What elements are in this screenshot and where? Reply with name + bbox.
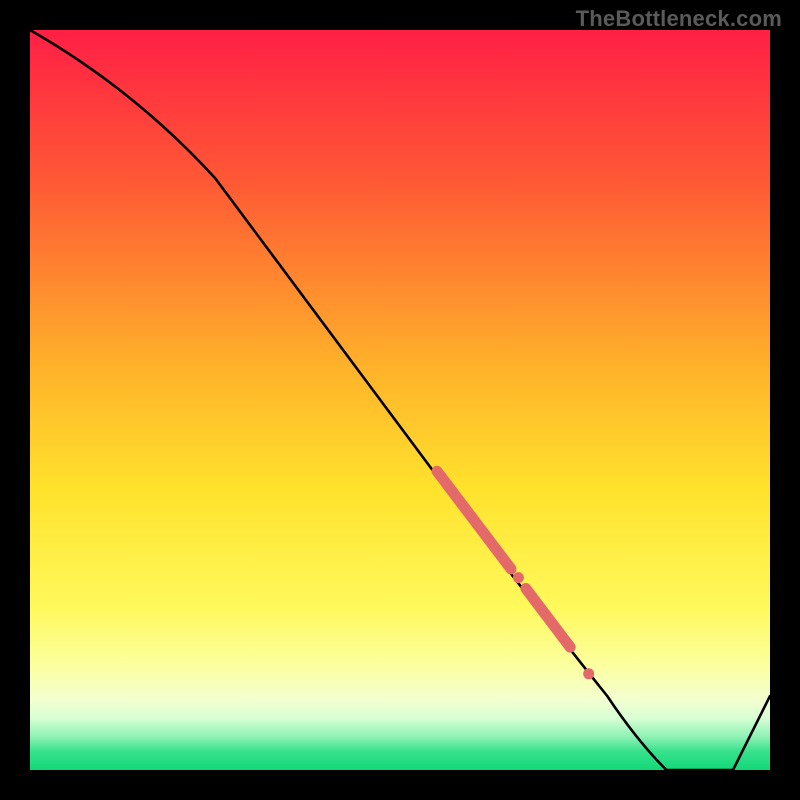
watermark-text: TheBottleneck.com bbox=[576, 6, 782, 32]
highlight-dot bbox=[583, 668, 594, 679]
chart-frame: TheBottleneck.com bbox=[0, 0, 800, 800]
plot-area bbox=[30, 30, 770, 770]
highlight-segment bbox=[437, 471, 511, 569]
highlight-markers bbox=[30, 30, 770, 770]
highlight-dot bbox=[513, 572, 524, 583]
highlight-segment bbox=[526, 588, 570, 647]
